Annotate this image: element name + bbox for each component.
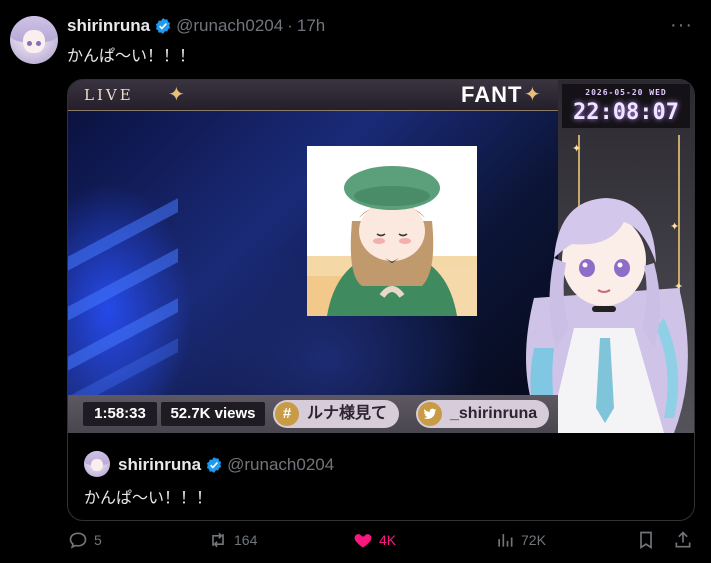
live-badge: LIVE — [78, 82, 140, 108]
share-icon — [675, 531, 691, 548]
hashtag-text: ルナ様見て — [307, 405, 388, 422]
quote-card[interactable]: LIVE ✦ FANT ✦ 2026-05-20 WED 22:08:07 ✦ … — [67, 79, 695, 521]
separator: · — [287, 16, 293, 35]
like-count: 4K — [379, 532, 397, 548]
reply-icon — [69, 532, 87, 549]
timestamp[interactable]: 17h — [297, 16, 325, 36]
tweet-header: shirinruna @runach0204 · 17h — [67, 16, 325, 36]
views-count: 72K — [521, 532, 546, 548]
bookmark-button[interactable] — [636, 530, 656, 550]
quoted-header: shirinruna @runach0204 — [118, 455, 334, 475]
stream-info-bar: 1:58:33 52.7K views # ルナ様見て _shirinruna — [68, 395, 558, 433]
stream-top-bar: LIVE ✦ FANT ✦ — [68, 80, 558, 111]
repost-icon — [212, 532, 224, 548]
quoted-text: かんぱ〜い！！！ — [84, 490, 213, 507]
twitter-bird-icon — [418, 402, 442, 426]
quoted-handle: @runach0204 — [227, 455, 335, 474]
quoted-display-name: shirinruna — [118, 455, 202, 474]
quoted-tweet[interactable]: shirinruna @runach0204 かんぱ〜い！！！ — [68, 433, 694, 520]
like-button[interactable]: 4K — [353, 530, 396, 550]
repost-button[interactable]: 164 — [208, 530, 257, 550]
views-button[interactable]: 72K — [495, 530, 546, 550]
action-bar: 5 164 4K 72K — [0, 530, 711, 558]
verified-badge-icon — [156, 18, 171, 34]
clock-widget: 2026-05-20 WED 22:08:07 — [562, 84, 690, 128]
more-icon[interactable]: ··· — [670, 14, 693, 37]
heart-icon — [354, 534, 372, 548]
clock-date: 2026-05-20 WED — [585, 88, 667, 97]
handle[interactable]: @runach0204 — [176, 16, 283, 36]
stream-views: 52.7K views — [161, 402, 265, 426]
views-icon — [498, 534, 513, 547]
avatar[interactable] — [10, 16, 58, 64]
hashtag-icon: # — [275, 402, 299, 426]
stream-title: FANT — [461, 82, 523, 107]
bookmark-icon — [640, 531, 652, 550]
share-button[interactable] — [673, 530, 693, 550]
repost-count: 164 — [234, 532, 258, 548]
sparkle-icon: ✦ — [524, 84, 541, 106]
verified-badge-icon — [207, 457, 222, 473]
star-icon: ✦ — [572, 143, 582, 155]
twitter-handle-text: _shirinruna — [450, 405, 538, 422]
reply-button[interactable]: 5 — [68, 530, 102, 550]
display-name[interactable]: shirinruna — [67, 16, 150, 36]
hashtag-pill: # ルナ様見て — [273, 400, 400, 428]
clock-time: 22:08:07 — [573, 100, 679, 125]
quoted-avatar — [84, 451, 110, 477]
twitter-handle-pill: _shirinruna — [416, 400, 550, 428]
reply-count: 5 — [94, 532, 102, 548]
sketch-illustration — [307, 146, 477, 316]
tweet-text: かんぱ〜い！！！ — [67, 48, 196, 65]
stream-screenshot[interactable]: LIVE ✦ FANT ✦ 2026-05-20 WED 22:08:07 ✦ … — [68, 80, 694, 433]
sparkle-icon: ✦ — [168, 84, 185, 106]
stream-timer: 1:58:33 — [83, 402, 157, 426]
